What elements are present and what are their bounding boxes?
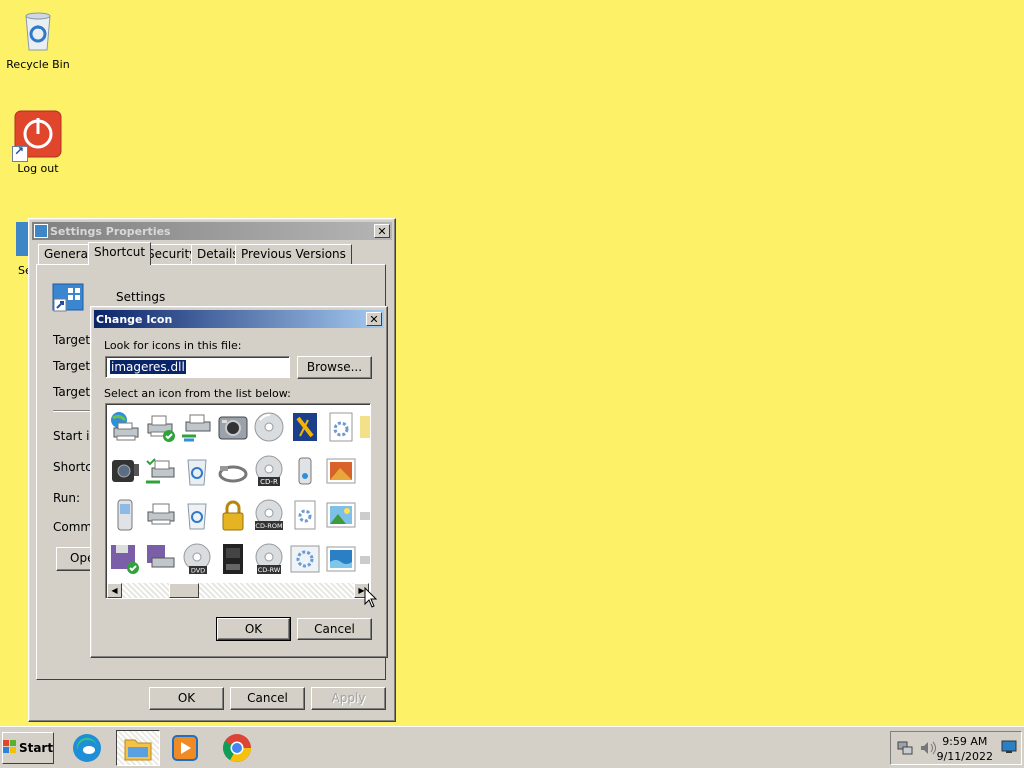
change-icon-titlebar[interactable]: Change Icon ✕ <box>94 310 384 328</box>
apply-button[interactable]: Apply <box>311 687 386 710</box>
settings-properties-titlebar[interactable]: Settings Properties ✕ <box>32 222 392 240</box>
edge-icon[interactable] <box>68 730 106 766</box>
ok-button[interactable]: OK <box>149 687 224 710</box>
media-device-icon[interactable] <box>288 454 322 488</box>
settings-shortcut-icon <box>52 283 84 313</box>
power-icon <box>12 110 62 162</box>
cd-rom-badge: CD-ROM <box>255 522 282 530</box>
recycle-bin-icon <box>14 6 62 54</box>
start-label: Start <box>18 741 54 755</box>
icon-list-label: Select an icon from the list below: <box>104 387 291 400</box>
recycle-bin-full-icon[interactable] <box>180 454 214 488</box>
scroll-left-button[interactable]: ◀ <box>107 583 122 598</box>
icon-file-input[interactable]: imageres.dll <box>105 356 290 378</box>
taskbar: Start 9:59 AM 9/11/2022 <box>0 726 1024 768</box>
lock-icon[interactable] <box>216 498 250 532</box>
partial-drive-icon-2[interactable] <box>360 542 370 576</box>
shortcut-arrow-icon <box>12 144 28 162</box>
cd-rw-icon[interactable]: CD-RW <box>252 542 286 576</box>
mouse-cursor-icon <box>364 586 378 612</box>
start-button[interactable]: Start <box>2 732 54 764</box>
network-icon[interactable] <box>897 740 913 759</box>
scroll-thumb[interactable] <box>169 583 199 598</box>
clock[interactable]: 9:59 AM 9/11/2022 <box>937 734 993 764</box>
recycle-bin-empty-icon[interactable] <box>180 498 214 532</box>
windows-logo-icon <box>2 739 17 757</box>
ok-button[interactable]: OK <box>216 617 291 641</box>
clock-time: 9:59 AM <box>942 735 988 748</box>
desktop-icon-recycle-bin[interactable]: Recycle Bin <box>0 6 76 71</box>
show-desktop-icon[interactable] <box>1001 740 1017 757</box>
cd-rw-badge: CD-RW <box>258 566 281 574</box>
close-button[interactable]: ✕ <box>374 224 390 238</box>
cd-rom-icon[interactable]: CD-ROM <box>252 498 286 532</box>
partial-drive-icon[interactable] <box>360 498 370 532</box>
separator <box>53 410 93 412</box>
printer-icon[interactable] <box>144 498 178 532</box>
settings-document-icon[interactable] <box>324 410 358 444</box>
shared-printer-icon[interactable] <box>180 410 214 444</box>
picture-icon[interactable] <box>324 454 358 488</box>
dvd-badge: DVD <box>191 567 205 575</box>
volume-icon[interactable] <box>919 740 937 759</box>
landscape-picture-icon[interactable] <box>324 498 358 532</box>
clock-date: 9/11/2022 <box>936 750 993 763</box>
desktop-icon-log-out[interactable]: Log out <box>0 110 76 175</box>
target-label: Target: <box>53 385 95 399</box>
gear-image-icon[interactable] <box>288 542 322 576</box>
settings-properties-title: Settings Properties <box>50 224 171 238</box>
camcorder-icon[interactable] <box>108 454 142 488</box>
icon-list-horizontal-scrollbar[interactable]: ◀ ▶ <box>107 583 369 598</box>
look-for-icons-label: Look for icons in this file: <box>104 339 242 352</box>
memory-card-icon[interactable] <box>216 542 250 576</box>
cable-icon[interactable] <box>216 454 250 488</box>
default-printer-icon[interactable] <box>144 410 178 444</box>
book-icon[interactable] <box>288 410 322 444</box>
cd-icon[interactable] <box>252 410 286 444</box>
printer-check-icon[interactable] <box>144 454 178 488</box>
icon-file-value: imageres.dll <box>110 360 186 374</box>
run-label: Run: <box>53 491 81 505</box>
shortcut-name: Settings <box>116 290 166 304</box>
camera-icon[interactable] <box>216 410 250 444</box>
mobile-phone-icon[interactable] <box>108 498 142 532</box>
floppy-printer-icon[interactable] <box>144 542 178 576</box>
settings-window-icon <box>34 224 48 238</box>
partial-icon[interactable] <box>360 410 370 444</box>
tab-previous-versions[interactable]: Previous Versions <box>235 244 352 264</box>
cancel-button[interactable]: Cancel <box>297 618 372 640</box>
network-printer-icon[interactable] <box>108 410 142 444</box>
browse-button[interactable]: Browse... <box>297 356 372 379</box>
cancel-button[interactable]: Cancel <box>230 687 305 710</box>
ocean-picture-icon[interactable] <box>324 542 358 576</box>
tab-shortcut[interactable]: Shortcut <box>88 242 152 265</box>
gear-document-icon[interactable] <box>288 498 322 532</box>
change-icon-dialog: Change Icon ✕ Look for icons in this fil… <box>90 306 388 658</box>
log-out-label: Log out <box>17 162 59 175</box>
close-button[interactable]: ✕ <box>366 312 382 326</box>
file-explorer-icon[interactable] <box>116 730 160 766</box>
cd-r-icon[interactable]: CD-R <box>252 454 286 488</box>
system-tray: 9:59 AM 9/11/2022 <box>890 731 1022 765</box>
dvd-icon[interactable]: DVD <box>180 542 214 576</box>
icon-list[interactable]: CD-R CD-ROM DVD CD-RW <box>105 403 371 599</box>
chrome-icon[interactable] <box>218 730 256 766</box>
change-icon-title: Change Icon <box>96 312 173 326</box>
media-player-icon[interactable] <box>166 730 204 766</box>
recycle-bin-label: Recycle Bin <box>6 58 70 71</box>
floppy-check-icon[interactable] <box>108 542 142 576</box>
cd-r-badge: CD-R <box>260 478 278 486</box>
